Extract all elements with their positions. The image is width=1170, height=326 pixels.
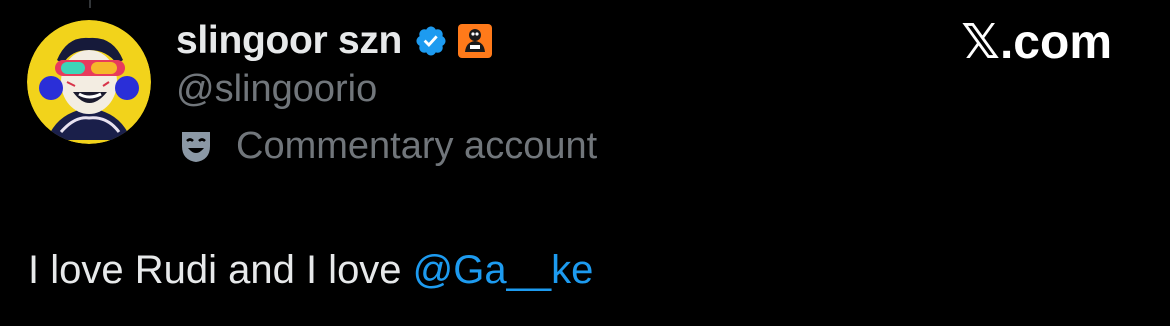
thread-connector-line: [89, 0, 91, 8]
tweet-text-body: I love Rudi and I love: [28, 248, 413, 292]
avatar-image: [27, 20, 151, 144]
x-brand-logo: 𝕏.com: [961, 16, 1112, 69]
author-name-row: slingoor szn: [176, 14, 493, 68]
tweet-text: I love Rudi and I love @Ga__ke: [28, 248, 593, 293]
verified-badge-icon: [414, 24, 448, 58]
author-handle[interactable]: @slingoorio: [176, 68, 377, 111]
account-label-text: Commentary account: [236, 124, 598, 167]
account-label: Commentary account: [176, 122, 597, 170]
avatar[interactable]: [27, 20, 151, 144]
theater-mask-icon: [176, 126, 216, 166]
affiliate-badge-icon[interactable]: [458, 24, 493, 58]
mention-link[interactable]: @Ga__ke: [413, 248, 594, 292]
display-name[interactable]: slingoor szn: [176, 19, 402, 63]
